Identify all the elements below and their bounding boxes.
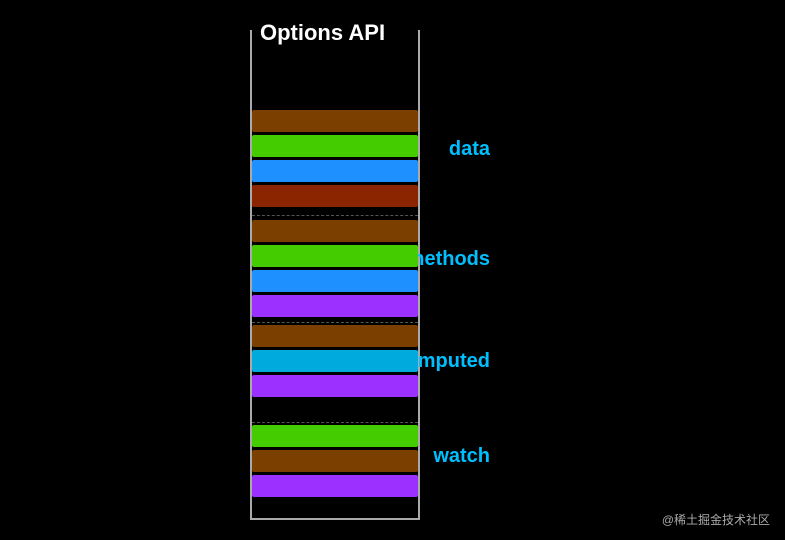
- diagram-container: Options API data methods computed watch: [80, 20, 700, 520]
- bar: [252, 425, 418, 447]
- bar: [252, 295, 418, 317]
- bars-group-computed: [252, 325, 418, 397]
- bar: [252, 350, 418, 372]
- bars-group-watch: [252, 425, 418, 497]
- label-data: data: [449, 138, 490, 161]
- bar: [252, 270, 418, 292]
- bar: [252, 185, 418, 207]
- bar: [252, 450, 418, 472]
- bars-group-methods: [252, 220, 418, 317]
- bar: [252, 325, 418, 347]
- bar: [252, 160, 418, 182]
- bar: [252, 110, 418, 132]
- divider-2: [252, 322, 418, 323]
- bar: [252, 220, 418, 242]
- bar: [252, 475, 418, 497]
- bar: [252, 375, 418, 397]
- bars-group-data: [252, 110, 418, 207]
- bar: [252, 135, 418, 157]
- watermark: @稀土掘金技术社区: [662, 511, 770, 528]
- bar: [252, 245, 418, 267]
- label-watch: watch: [433, 445, 490, 468]
- label-methods: methods: [407, 248, 490, 271]
- divider-1: [252, 215, 418, 216]
- divider-3: [252, 422, 418, 423]
